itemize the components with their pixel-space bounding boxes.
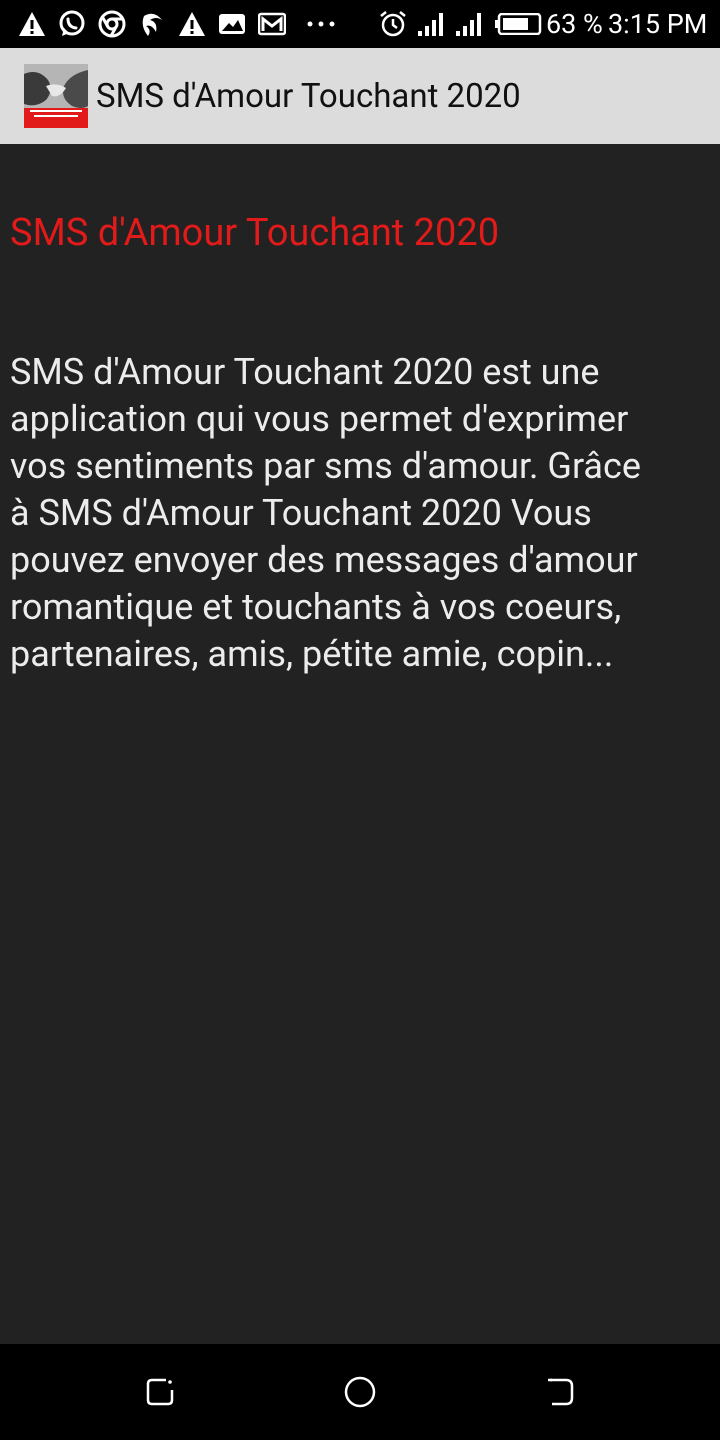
home-icon[interactable] <box>340 1372 380 1412</box>
app-logo <box>24 64 88 128</box>
battery-percent: 63 % <box>546 8 603 40</box>
recent-apps-icon[interactable] <box>140 1372 180 1412</box>
image-icon <box>218 10 246 38</box>
chrome-icon <box>98 10 126 38</box>
signal-icon <box>416 10 448 38</box>
alarm-icon <box>378 10 408 38</box>
more-dots-icon <box>306 10 336 38</box>
clock: 3:15 PM <box>608 8 708 40</box>
battery-icon <box>494 10 542 38</box>
back-icon[interactable] <box>540 1372 580 1412</box>
app-title: SMS d'Amour Touchant 2020 <box>96 77 521 116</box>
warning-icon <box>178 10 206 38</box>
gmail-icon <box>258 10 286 38</box>
description-text: SMS d'Amour Touchant 2020 est une applic… <box>10 351 641 675</box>
app-icon <box>138 10 166 38</box>
warning-icon <box>18 10 46 38</box>
app-bar: SMS d'Amour Touchant 2020 <box>0 48 720 144</box>
signal-icon <box>454 10 486 38</box>
navigation-bar <box>0 1344 720 1440</box>
page-title: SMS d'Amour Touchant 2020 <box>10 211 500 255</box>
status-bar: 63 % 3:15 PM <box>0 0 720 48</box>
whatsapp-icon <box>58 10 86 38</box>
